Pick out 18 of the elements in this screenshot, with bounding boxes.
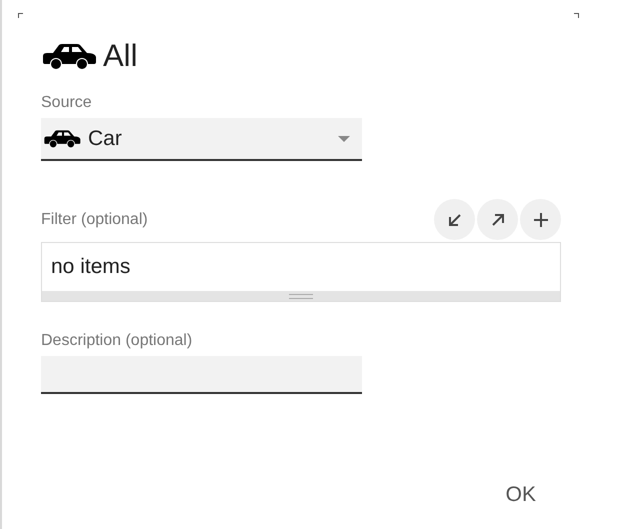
corner-mark [574,13,579,18]
source-dropdown[interactable]: Car [41,118,362,161]
description-field[interactable] [41,356,362,394]
resize-handle[interactable] [42,291,560,301]
corner-mark [18,13,23,18]
field-label: Source [41,94,93,112]
expand-button[interactable] [477,199,518,240]
field-label: Filter (optional) [41,210,148,228]
field-label: Description (optional) [41,332,194,350]
caret-icon [338,136,350,142]
empty-list-text: no items [51,255,130,279]
ok-button[interactable]: OK [498,477,544,513]
add-button[interactable] [520,199,561,240]
car-icon [43,129,81,148]
collapse-button[interactable] [434,199,475,240]
filter-list[interactable]: no items [41,242,561,302]
car-icon [41,42,97,70]
dialog-title: All [103,38,138,74]
